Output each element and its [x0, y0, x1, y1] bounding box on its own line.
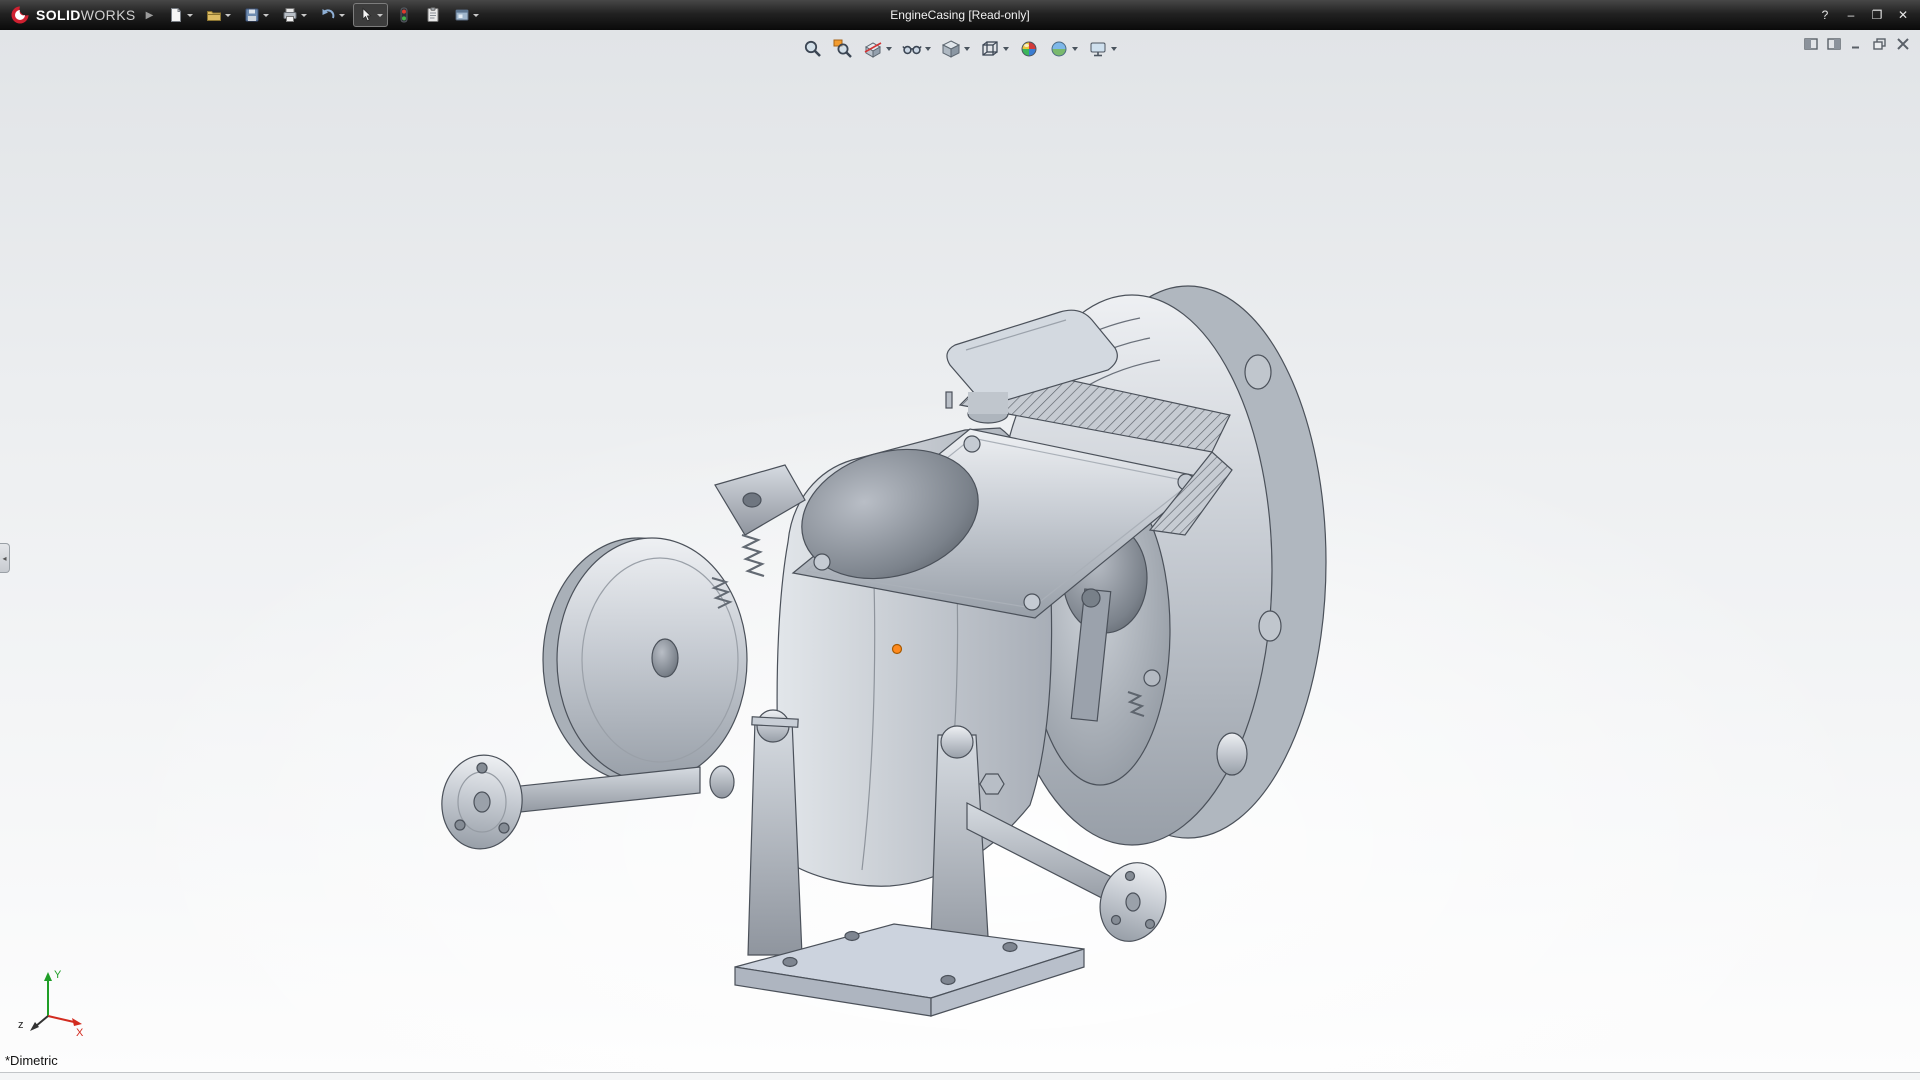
doc-window-right-button[interactable] — [1825, 36, 1843, 52]
help-button[interactable]: ? — [1814, 5, 1836, 25]
dropdown-caret-icon[interactable] — [301, 14, 307, 17]
status-bar — [0, 1072, 1920, 1080]
zoom-to-fit-icon — [803, 39, 823, 59]
doc-minimize-icon — [1850, 38, 1864, 50]
zoom-to-area-icon — [833, 39, 853, 59]
doc-minimize-button[interactable] — [1848, 36, 1866, 52]
print-button[interactable] — [277, 3, 312, 27]
section-view-button[interactable] — [859, 37, 896, 61]
dropdown-caret-icon[interactable] — [473, 14, 479, 17]
view-orientation-label: *Dimetric — [5, 1053, 58, 1068]
rebuild-button[interactable] — [391, 3, 417, 27]
undo-button[interactable] — [315, 3, 350, 27]
dropdown-caret-icon[interactable] — [377, 14, 383, 17]
brand-text: SOLIDWORKS — [36, 7, 136, 23]
file-properties-button[interactable] — [420, 3, 446, 27]
new-document-icon — [168, 7, 184, 23]
graphics-viewport[interactable]: ◂ Y X z *Dimetric — [0, 30, 1920, 1072]
select-tool-button[interactable] — [353, 3, 388, 27]
doc-close-icon — [1896, 38, 1910, 50]
view-orientation-button[interactable] — [976, 37, 1013, 61]
menu-expand-icon[interactable]: ▶ — [146, 10, 154, 21]
scene-sphere-icon — [1049, 39, 1069, 59]
heads-up-view-toolbar — [793, 35, 1127, 63]
doc-restore-button[interactable] — [1871, 36, 1889, 52]
dropdown-caret-icon[interactable] — [225, 14, 231, 17]
new-document-button[interactable] — [163, 3, 198, 27]
dropdown-caret-icon[interactable] — [187, 14, 193, 17]
main-toolbar — [163, 3, 484, 27]
save-floppy-icon — [244, 7, 260, 23]
maximize-button[interactable]: ❐ — [1866, 5, 1888, 25]
options-window-icon — [454, 7, 470, 23]
close-button[interactable]: ✕ — [1892, 5, 1914, 25]
titlebar: SOLIDWORKS ▶ — [0, 0, 1920, 30]
triad-x-label: X — [76, 1027, 84, 1039]
doc-restore-icon — [1873, 38, 1887, 50]
window-controls: ? – ❐ ✕ — [1814, 0, 1914, 30]
dropdown-caret-icon[interactable] — [1072, 47, 1078, 51]
view-orientation-cube-icon — [980, 39, 1000, 59]
origin-marker[interactable] — [893, 645, 902, 654]
options-button[interactable] — [449, 3, 484, 27]
view-settings-icon — [1088, 39, 1108, 59]
minimize-button[interactable]: – — [1840, 5, 1862, 25]
select-cursor-icon — [358, 7, 374, 23]
hide-show-items-button[interactable] — [898, 37, 935, 61]
appearance-sphere-icon — [1019, 39, 1039, 59]
doc-window-right-icon — [1827, 38, 1841, 50]
dropdown-caret-icon[interactable] — [339, 14, 345, 17]
print-icon — [282, 7, 298, 23]
app-logo: SOLIDWORKS — [0, 5, 144, 25]
rebuild-traffic-light-icon — [396, 7, 412, 23]
display-style-cube-icon — [941, 39, 961, 59]
document-window-controls — [1802, 36, 1912, 52]
save-button[interactable] — [239, 3, 274, 27]
doc-close-button[interactable] — [1894, 36, 1912, 52]
engine-casing-model[interactable] — [0, 30, 1920, 1072]
coordinate-triad: Y X z — [14, 964, 94, 1044]
window-title: EngineCasing [Read-only] — [890, 8, 1029, 22]
dropdown-caret-icon[interactable] — [1111, 47, 1117, 51]
undo-arrow-icon — [320, 7, 336, 23]
file-properties-icon — [425, 7, 441, 23]
dropdown-caret-icon[interactable] — [1003, 47, 1009, 51]
display-style-button[interactable] — [937, 37, 974, 61]
triad-y-label: Y — [54, 969, 62, 981]
section-view-icon — [863, 39, 883, 59]
doc-window-left-button[interactable] — [1802, 36, 1820, 52]
dropdown-caret-icon[interactable] — [886, 47, 892, 51]
edit-appearance-button[interactable] — [1015, 37, 1043, 61]
dassault-swirl-icon — [10, 5, 30, 25]
open-folder-icon — [206, 7, 222, 23]
view-settings-button[interactable] — [1084, 37, 1121, 61]
open-button[interactable] — [201, 3, 236, 27]
dropdown-caret-icon[interactable] — [263, 14, 269, 17]
dropdown-caret-icon[interactable] — [925, 47, 931, 51]
triad-z-label: z — [18, 1019, 24, 1031]
zoom-to-area-button[interactable] — [829, 37, 857, 61]
dropdown-caret-icon[interactable] — [964, 47, 970, 51]
chevron-left-icon: ◂ — [2, 554, 6, 563]
feature-panel-collapse-tab[interactable]: ◂ — [0, 543, 10, 573]
doc-window-left-icon — [1804, 38, 1818, 50]
glasses-icon — [902, 39, 922, 59]
zoom-to-fit-button[interactable] — [799, 37, 827, 61]
apply-scene-button[interactable] — [1045, 37, 1082, 61]
